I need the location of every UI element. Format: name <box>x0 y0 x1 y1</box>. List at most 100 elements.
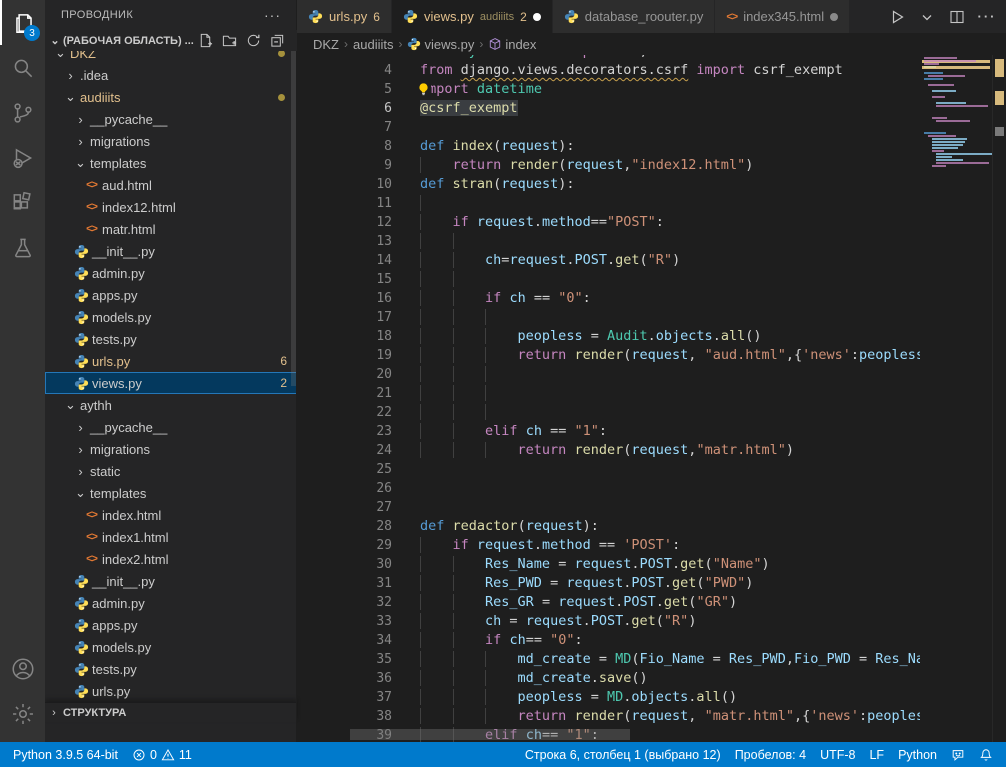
tree-file-matr.html[interactable]: <>matr.html <box>45 218 297 240</box>
code-line-16[interactable]: 16 if ch == "0": <box>297 289 920 308</box>
tab-database_roouter.py[interactable]: database_roouter.py <box>553 0 716 33</box>
code-line-9[interactable]: 9 return render(request,"index12.html") <box>297 156 920 175</box>
tree-file-admin.py[interactable]: admin.py <box>45 262 297 284</box>
tree-file-views.py[interactable]: views.py2 <box>45 372 297 394</box>
new-file-icon[interactable] <box>198 33 213 48</box>
code-line-14[interactable]: 14 ch=request.POST.get("R") <box>297 251 920 270</box>
code-line-32[interactable]: 32 Res_GR = request.POST.get("GR") <box>297 593 920 612</box>
activity-bar-item-testing[interactable] <box>0 225 45 270</box>
tree-folder-migrations[interactable]: ›migrations <box>45 130 297 152</box>
code-line-25[interactable]: 25 <box>297 460 920 479</box>
breadcrumb-item-audiiits[interactable]: audiiits <box>353 37 393 52</box>
code-line-18[interactable]: 18 peopless = Audit.objects.all() <box>297 327 920 346</box>
status-problems[interactable]: 011 <box>125 742 199 767</box>
run-button[interactable] <box>886 6 908 28</box>
tree-file-urls.py[interactable]: urls.py <box>45 680 297 702</box>
activity-bar-item-run-and-debug[interactable] <box>0 135 45 180</box>
tree-folder-.idea[interactable]: ›.idea <box>45 64 297 86</box>
code-line-21[interactable]: 21 <box>297 384 920 403</box>
sidebar-resize-handle[interactable] <box>296 0 297 742</box>
tree-folder-DKZ[interactable]: ⌄DKZ <box>45 51 297 64</box>
activity-bar-item-settings[interactable] <box>0 691 45 736</box>
tree-file-apps.py[interactable]: apps.py <box>45 284 297 306</box>
unsaved-dot-icon[interactable] <box>533 13 541 21</box>
activity-bar-item-account[interactable] <box>0 646 45 691</box>
unsaved-dot-icon[interactable] <box>830 13 838 21</box>
code-line-11[interactable]: 11 <box>297 194 920 213</box>
code-line-31[interactable]: 31 Res_PWD = request.POST.get("PWD") <box>297 574 920 593</box>
status-cursor-position[interactable]: Строка 6, столбец 1 (выбрано 12) <box>518 742 728 767</box>
code-line-28[interactable]: 28def redactor(request): <box>297 517 920 536</box>
tree-file-__init__.py[interactable]: __init__.py <box>45 570 297 592</box>
code-line-30[interactable]: 30 Res_Name = request.POST.get("Name") <box>297 555 920 574</box>
tree-file-apps.py[interactable]: apps.py <box>45 614 297 636</box>
overview-ruler[interactable] <box>992 55 1006 742</box>
status-python-interpreter[interactable]: Python 3.9.5 64-bit <box>6 742 125 767</box>
tab-views.py[interactable]: views.pyaudiiits2 <box>392 0 553 33</box>
tree-file-index12.html[interactable]: <>index12.html <box>45 196 297 218</box>
tree-folder-aythh[interactable]: ⌄aythh <box>45 394 297 416</box>
tree-folder-templates[interactable]: ⌄templates <box>45 482 297 504</box>
code-line-19[interactable]: 19 return render(request, "aud.html",{'n… <box>297 346 920 365</box>
code-line-34[interactable]: 34 if ch== "0": <box>297 631 920 650</box>
tree-file-tests.py[interactable]: tests.py <box>45 328 297 350</box>
code-line-12[interactable]: 12 if request.method=="POST": <box>297 213 920 232</box>
code-line-13[interactable]: 13 <box>297 232 920 251</box>
code-editor[interactable]: 3from aythh.models import MD,Audit4from … <box>297 55 1006 742</box>
status-notifications[interactable] <box>972 742 1000 767</box>
status-language-mode[interactable]: Python <box>891 742 944 767</box>
outline-section-header[interactable]: › СТРУКТУРА <box>45 702 297 722</box>
run-dropdown[interactable] <box>916 6 938 28</box>
code-line-8[interactable]: 8def index(request): <box>297 137 920 156</box>
tree-folder-__pycache__[interactable]: ›__pycache__ <box>45 108 297 130</box>
tree-folder-migrations[interactable]: ›migrations <box>45 438 297 460</box>
code-line-24[interactable]: 24 return render(request,"matr.html") <box>297 441 920 460</box>
status-encoding[interactable]: UTF-8 <box>813 742 862 767</box>
tree-file-models.py[interactable]: models.py <box>45 306 297 328</box>
code-line-22[interactable]: 22 <box>297 403 920 422</box>
status-feedback[interactable] <box>944 742 972 767</box>
code-line-23[interactable]: 23 elif ch == "1": <box>297 422 920 441</box>
code-line-38[interactable]: 38 return render(request, "matr.html",{'… <box>297 707 920 726</box>
minimap[interactable] <box>922 57 990 168</box>
code-line-26[interactable]: 26 <box>297 479 920 498</box>
tree-file-index1.html[interactable]: <>index1.html <box>45 526 297 548</box>
tree-folder-static[interactable]: ›static <box>45 460 297 482</box>
tab-urls.py[interactable]: urls.py6 <box>297 0 392 33</box>
breadcrumb-item-index[interactable]: index <box>488 37 536 52</box>
code-line-20[interactable]: 20 <box>297 365 920 384</box>
lightbulb-icon[interactable] <box>416 82 431 97</box>
split-editor-button[interactable] <box>946 6 968 28</box>
activity-bar-item-search[interactable] <box>0 45 45 90</box>
tree-folder-__pycache__[interactable]: ›__pycache__ <box>45 416 297 438</box>
status-eol[interactable]: LF <box>862 742 891 767</box>
code-line-37[interactable]: 37 peopless = MD.objects.all() <box>297 688 920 707</box>
tree-file-admin.py[interactable]: admin.py <box>45 592 297 614</box>
sidebar-more-icon[interactable]: ··· <box>264 7 281 23</box>
code-line-33[interactable]: 33 ch = request.POST.get("R") <box>297 612 920 631</box>
code-line-5[interactable]: 5import datetime <box>297 80 920 99</box>
code-line-27[interactable]: 27 <box>297 498 920 517</box>
breadcrumb-item-DKZ[interactable]: DKZ <box>313 37 339 52</box>
activity-bar-item-extensions[interactable] <box>0 180 45 225</box>
tree-file-index2.html[interactable]: <>index2.html <box>45 548 297 570</box>
activity-bar-item-explorer[interactable]: 3 <box>0 0 45 45</box>
tree-folder-audiiits[interactable]: ⌄audiiits <box>45 86 297 108</box>
breadcrumb-item-views.py[interactable]: views.py <box>407 37 474 52</box>
refresh-icon[interactable] <box>246 33 261 48</box>
code-line-36[interactable]: 36 md_create.save() <box>297 669 920 688</box>
workspace-section-header[interactable]: ⌄ (РАБОЧАЯ ОБЛАСТЬ) ... <box>45 30 297 51</box>
code-line-15[interactable]: 15 <box>297 270 920 289</box>
tree-file-urls.py[interactable]: urls.py6 <box>45 350 297 372</box>
tree-folder-templates[interactable]: ⌄templates <box>45 152 297 174</box>
code-line-17[interactable]: 17 <box>297 308 920 327</box>
collapse-all-icon[interactable] <box>270 33 285 48</box>
tree-file-index.html[interactable]: <>index.html <box>45 504 297 526</box>
code-line-10[interactable]: 10def stran(request): <box>297 175 920 194</box>
code-line-7[interactable]: 7 <box>297 118 920 137</box>
code-line-4[interactable]: 4from django.views.decorators.csrf impor… <box>297 61 920 80</box>
tree-file-models.py[interactable]: models.py <box>45 636 297 658</box>
code-line-29[interactable]: 29 if request.method == 'POST': <box>297 536 920 555</box>
tab-index345.html[interactable]: <>index345.html <box>715 0 850 33</box>
new-folder-icon[interactable] <box>222 33 237 48</box>
